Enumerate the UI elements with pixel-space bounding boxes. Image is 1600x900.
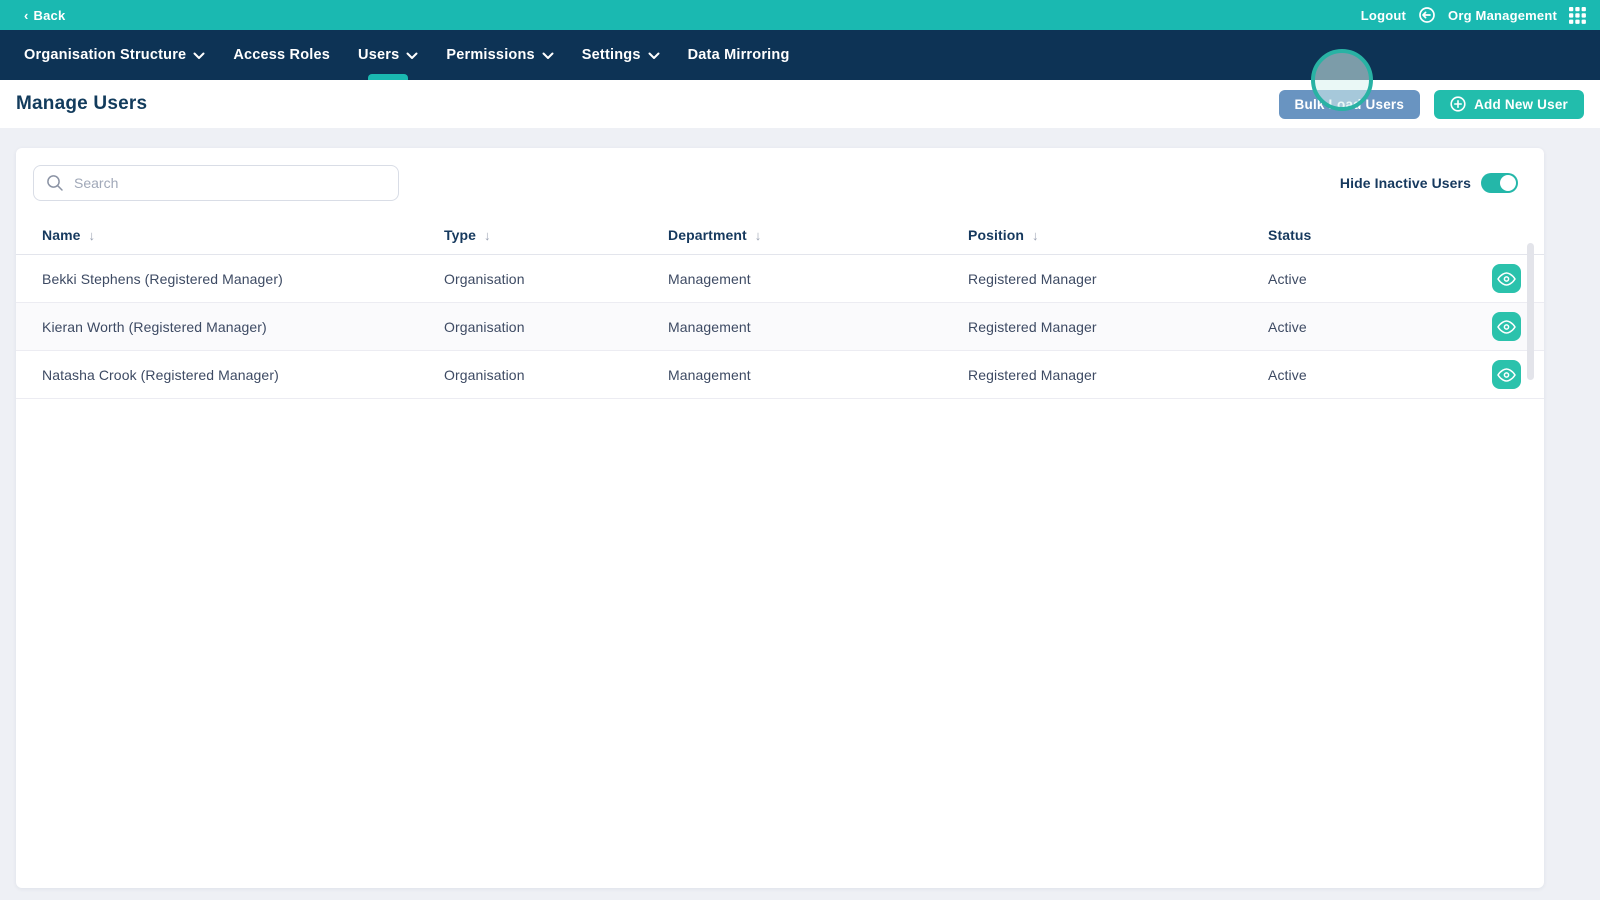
nav-item-label: Permissions [446,47,535,63]
table-scrollbar[interactable] [1527,243,1534,380]
page-title: Manage Users [16,93,148,114]
plus-circle-icon [1450,96,1466,112]
column-header-label: Department [668,226,747,243]
bulk-load-users-button[interactable]: Bulk Load Users [1278,89,1421,119]
search-input[interactable] [33,165,399,201]
cell-name: Kieran Worth (Registered Manager) [42,318,267,335]
nav-item-label: Organisation Structure [24,47,187,63]
column-header-label: Position [968,226,1025,243]
nav-item-access-roles[interactable]: Access Roles [219,30,344,80]
table-row[interactable]: Natasha Crook (Registered Manager) Organ… [16,351,1544,399]
grid-apps-icon[interactable] [1569,6,1586,24]
org-management-button[interactable]: Org Management [1448,8,1557,23]
chevron-down-icon [542,52,554,60]
back-button[interactable]: ‹ Back [24,8,65,23]
table-header-row: Name ↓ Type ↓ Department ↓ Position ↓ St… [16,215,1544,255]
column-header-label: Status [1268,226,1312,243]
page-header: Manage Users Bulk Load Users Add New Use… [0,49,1600,128]
toggle-knob [1500,175,1516,191]
nav-item-data-mirroring[interactable]: Data Mirroring [674,30,804,80]
add-new-user-button[interactable]: Add New User [1434,89,1584,119]
column-header-status[interactable]: Status [1268,227,1468,243]
back-label: Back [33,7,66,23]
nav-item-label: Data Mirroring [687,47,790,63]
back-chevron-icon: ‹ [24,7,29,23]
search-icon [46,174,64,192]
cell-department: Management [668,270,751,287]
nav-item-settings[interactable]: Settings [568,30,674,80]
cell-name: Natasha Crook (Registered Manager) [42,366,279,383]
cell-department: Management [668,318,751,335]
users-table: Name ↓ Type ↓ Department ↓ Position ↓ St… [16,215,1544,399]
hide-inactive-label: Hide Inactive Users [1339,175,1471,191]
cell-type: Organisation [444,366,525,383]
cell-name: Bekki Stephens (Registered Manager) [42,270,283,287]
nav-item-label: Settings [581,47,641,63]
nav-item-label: Users [358,47,400,63]
top-bar: ‹ Back Logout Org Management [0,0,1600,30]
nav-item-label: Access Roles [233,47,331,63]
cell-position: Registered Manager [968,318,1097,335]
sort-arrow-icon: ↓ [1032,227,1039,243]
cell-type: Organisation [444,270,525,287]
bulk-load-users-label: Bulk Load Users [1294,96,1405,112]
sort-arrow-icon: ↓ [88,227,96,243]
nav-item-permissions[interactable]: Permissions [432,30,567,80]
add-new-user-label: Add New User [1474,96,1568,112]
table-row[interactable]: Kieran Worth (Registered Manager) Organi… [16,303,1544,351]
table-body: Bekki Stephens (Registered Manager) Orga… [16,255,1544,399]
column-header-name[interactable]: Name ↓ [42,227,444,243]
column-header-label: Type [444,226,477,243]
column-header-position[interactable]: Position ↓ [968,227,1268,243]
column-header-type[interactable]: Type ↓ [444,227,668,243]
column-header-label: Name [42,226,81,243]
chevron-down-icon [648,52,660,60]
cell-department: Management [668,366,751,383]
view-user-button[interactable] [1492,264,1521,293]
nav-item-users[interactable]: Users [344,30,432,80]
column-header-department[interactable]: Department ↓ [668,227,968,243]
chevron-down-icon [193,52,205,60]
search-field-wrap [33,165,399,201]
users-card: Hide Inactive Users Name ↓ Type ↓ Depart… [16,148,1544,888]
eye-icon [1497,319,1516,334]
logout-button[interactable]: Logout [1361,8,1406,23]
cell-type: Organisation [444,318,525,335]
table-row[interactable]: Bekki Stephens (Registered Manager) Orga… [16,255,1544,303]
cell-position: Registered Manager [968,270,1097,287]
logout-circle-arrow-icon[interactable] [1418,6,1436,24]
chevron-down-icon [406,52,418,60]
cell-status: Active [1268,270,1307,287]
eye-icon [1497,271,1516,286]
nav-item-organisation-structure[interactable]: Organisation Structure [10,30,219,80]
view-user-button[interactable] [1492,312,1521,341]
sort-arrow-icon: ↓ [754,227,762,243]
cell-status: Active [1268,366,1307,383]
cell-position: Registered Manager [968,366,1097,383]
hide-inactive-toggle[interactable] [1481,173,1518,193]
view-user-button[interactable] [1492,360,1521,389]
main-nav: Organisation Structure Access Roles User… [0,30,1600,80]
sort-arrow-icon: ↓ [484,227,491,243]
cell-status: Active [1268,318,1307,335]
eye-icon [1497,367,1516,382]
